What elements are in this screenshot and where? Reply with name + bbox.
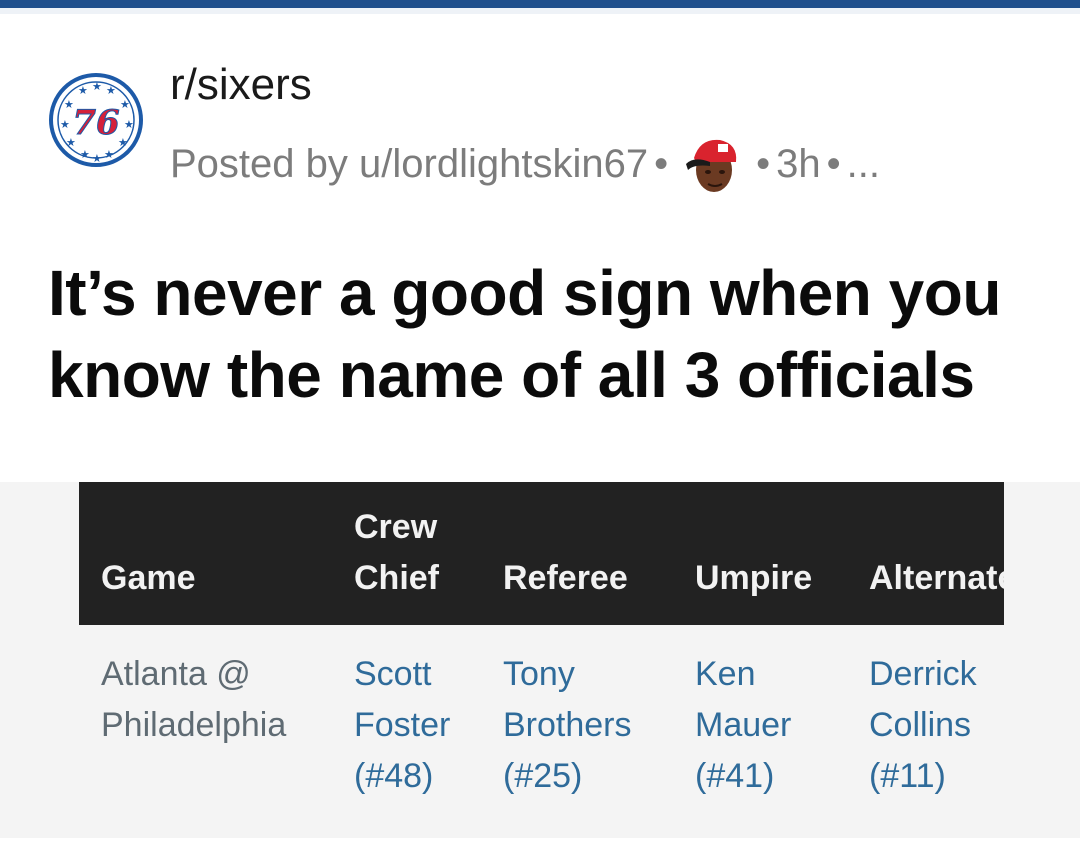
table-row: Atlanta @ Philadelphia Scott Foster (#48…	[79, 625, 1004, 838]
post-meta: Posted by u/lordlightskin67 • • 3h • ...	[170, 132, 880, 196]
header-game: Game	[101, 559, 196, 597]
svg-text:★: ★	[80, 148, 90, 161]
sixers-76-logo-icon[interactable]: ★ ★ ★ ★ ★ ★ ★ ★ ★ ★ ★ ★ 76	[48, 72, 144, 168]
svg-text:★: ★	[60, 118, 70, 131]
flair-svg	[686, 139, 737, 192]
subreddit-name[interactable]: r/sixers	[170, 60, 312, 110]
svg-text:★: ★	[92, 80, 102, 93]
cell-crew-chief[interactable]: Scott Foster (#48)	[354, 649, 474, 802]
posted-by[interactable]: Posted by u/lordlightskin67	[170, 142, 648, 187]
svg-text:★: ★	[120, 98, 130, 111]
svg-text:★: ★	[92, 152, 102, 165]
meta-separator: •	[826, 141, 841, 186]
svg-text:76: 76	[72, 103, 119, 143]
svg-text:★: ★	[78, 84, 88, 97]
top-accent-bar	[0, 0, 1080, 8]
header-crew-chief: Crew Chief	[354, 508, 439, 597]
svg-text:★: ★	[106, 84, 116, 97]
cell-umpire[interactable]: Ken Mauer (#41)	[695, 649, 825, 802]
cell-game: Atlanta @ Philadelphia	[101, 655, 287, 744]
more-options-icon[interactable]: ...	[847, 142, 880, 187]
top-accent-shadow	[0, 8, 1080, 14]
meta-separator: •	[654, 141, 669, 186]
header-alternate: Alternate	[869, 559, 1004, 597]
header-referee: Referee	[503, 559, 628, 597]
cell-referee[interactable]: Tony Brothers (#25)	[503, 649, 663, 802]
post-title[interactable]: It’s never a good sign when you know the…	[48, 252, 1048, 416]
header-umpire: Umpire	[695, 559, 813, 597]
sixers-logo-svg: ★ ★ ★ ★ ★ ★ ★ ★ ★ ★ ★ ★ 76	[49, 73, 143, 167]
user-flair-avatar-icon	[680, 132, 744, 196]
officials-table: Game Crew Chief Referee Umpire Alternate…	[79, 482, 1004, 838]
meta-separator: •	[756, 141, 771, 186]
svg-text:★: ★	[104, 148, 114, 161]
post-time: 3h	[776, 141, 821, 186]
table-header: Game Crew Chief Referee Umpire Alternate	[79, 482, 1004, 625]
svg-text:★: ★	[124, 118, 134, 131]
cell-alternate[interactable]: Derrick Collins (#11)	[869, 649, 999, 802]
